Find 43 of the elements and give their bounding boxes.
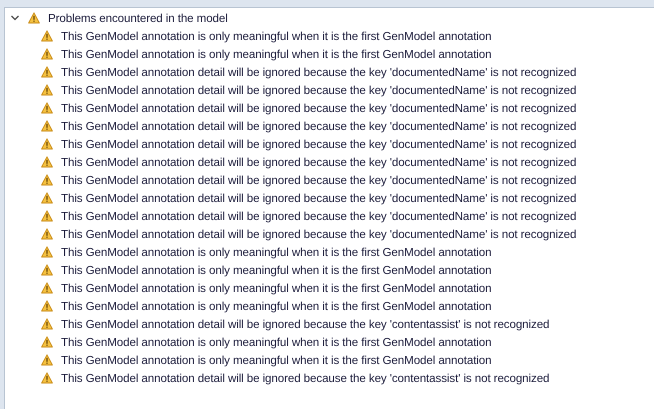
warning-icon <box>41 318 53 330</box>
warning-icon <box>41 192 53 204</box>
tree-item[interactable]: This GenModel annotation detail will be ignored because the key 'documentedName' is not recognized <box>61 120 576 132</box>
tree-item[interactable]: Problems encountered in the model <box>48 12 228 24</box>
warning-icon <box>41 228 53 240</box>
warning-icon <box>41 102 53 114</box>
warning-icon <box>41 138 53 150</box>
chevron-down-icon[interactable] <box>10 13 20 23</box>
tree-item[interactable]: This GenModel annotation is only meaningful when it is the first GenModel annotation <box>61 48 492 60</box>
tree-item[interactable]: This GenModel annotation detail will be ignored because the key 'contentassist' is not recognized <box>61 372 550 384</box>
tree-item[interactable]: This GenModel annotation detail will be ignored because the key 'documentedName' is not recognized <box>61 228 576 240</box>
tree-item[interactable]: This GenModel annotation detail will be ignored because the key 'documentedName' is not recognized <box>61 84 576 96</box>
warning-icon <box>41 210 53 222</box>
tree-item[interactable]: This GenModel annotation detail will be ignored because the key 'contentassist' is not recognized <box>61 318 550 330</box>
warning-icon <box>41 372 53 384</box>
tree-item[interactable]: This GenModel annotation is only meaningful when it is the first GenModel annotation <box>61 30 492 42</box>
tree-item[interactable]: This GenModel annotation detail will be ignored because the key 'documentedName' is not recognized <box>61 174 576 186</box>
warning-icon <box>41 66 53 78</box>
warning-icon <box>28 12 40 24</box>
tree-item[interactable]: This GenModel annotation is only meaningful when it is the first GenModel annotation <box>61 336 492 348</box>
warning-icon <box>41 120 53 132</box>
warning-icon <box>41 174 53 186</box>
tree-item[interactable]: This GenModel annotation detail will be ignored because the key 'documentedName' is not recognized <box>61 102 576 114</box>
warning-icon <box>41 300 53 312</box>
tree-item[interactable]: This GenModel annotation is only meaningful when it is the first GenModel annotation <box>61 246 492 258</box>
tree-item[interactable]: This GenModel annotation detail will be ignored because the key 'documentedName' is not recognized <box>61 192 576 204</box>
warning-icon <box>41 354 53 366</box>
tree-item[interactable]: This GenModel annotation detail will be ignored because the key 'documentedName' is not recognized <box>61 210 576 222</box>
warning-icon <box>41 246 53 258</box>
tree-item[interactable]: This GenModel annotation is only meaningful when it is the first GenModel annotation <box>61 354 492 366</box>
warning-icon <box>41 48 53 60</box>
tree-item[interactable]: This GenModel annotation is only meaningful when it is the first GenModel annotation <box>61 300 492 312</box>
warning-icon <box>41 282 53 294</box>
warning-icon <box>41 336 53 348</box>
warning-icon <box>41 30 53 42</box>
tree-item[interactable]: This GenModel annotation detail will be ignored because the key 'documentedName' is not recognized <box>61 66 576 78</box>
warning-icon <box>41 264 53 276</box>
tree-item[interactable]: This GenModel annotation is only meaningful when it is the first GenModel annotation <box>61 264 492 276</box>
warning-icon <box>41 156 53 168</box>
tree-item[interactable]: This GenModel annotation is only meaningful when it is the first GenModel annotation <box>61 282 492 294</box>
tree-item[interactable]: This GenModel annotation detail will be ignored because the key 'documentedName' is not recognized <box>61 138 576 150</box>
tree-item[interactable]: This GenModel annotation detail will be ignored because the key 'documentedName' is not recognized <box>61 156 576 168</box>
warning-icon <box>41 84 53 96</box>
